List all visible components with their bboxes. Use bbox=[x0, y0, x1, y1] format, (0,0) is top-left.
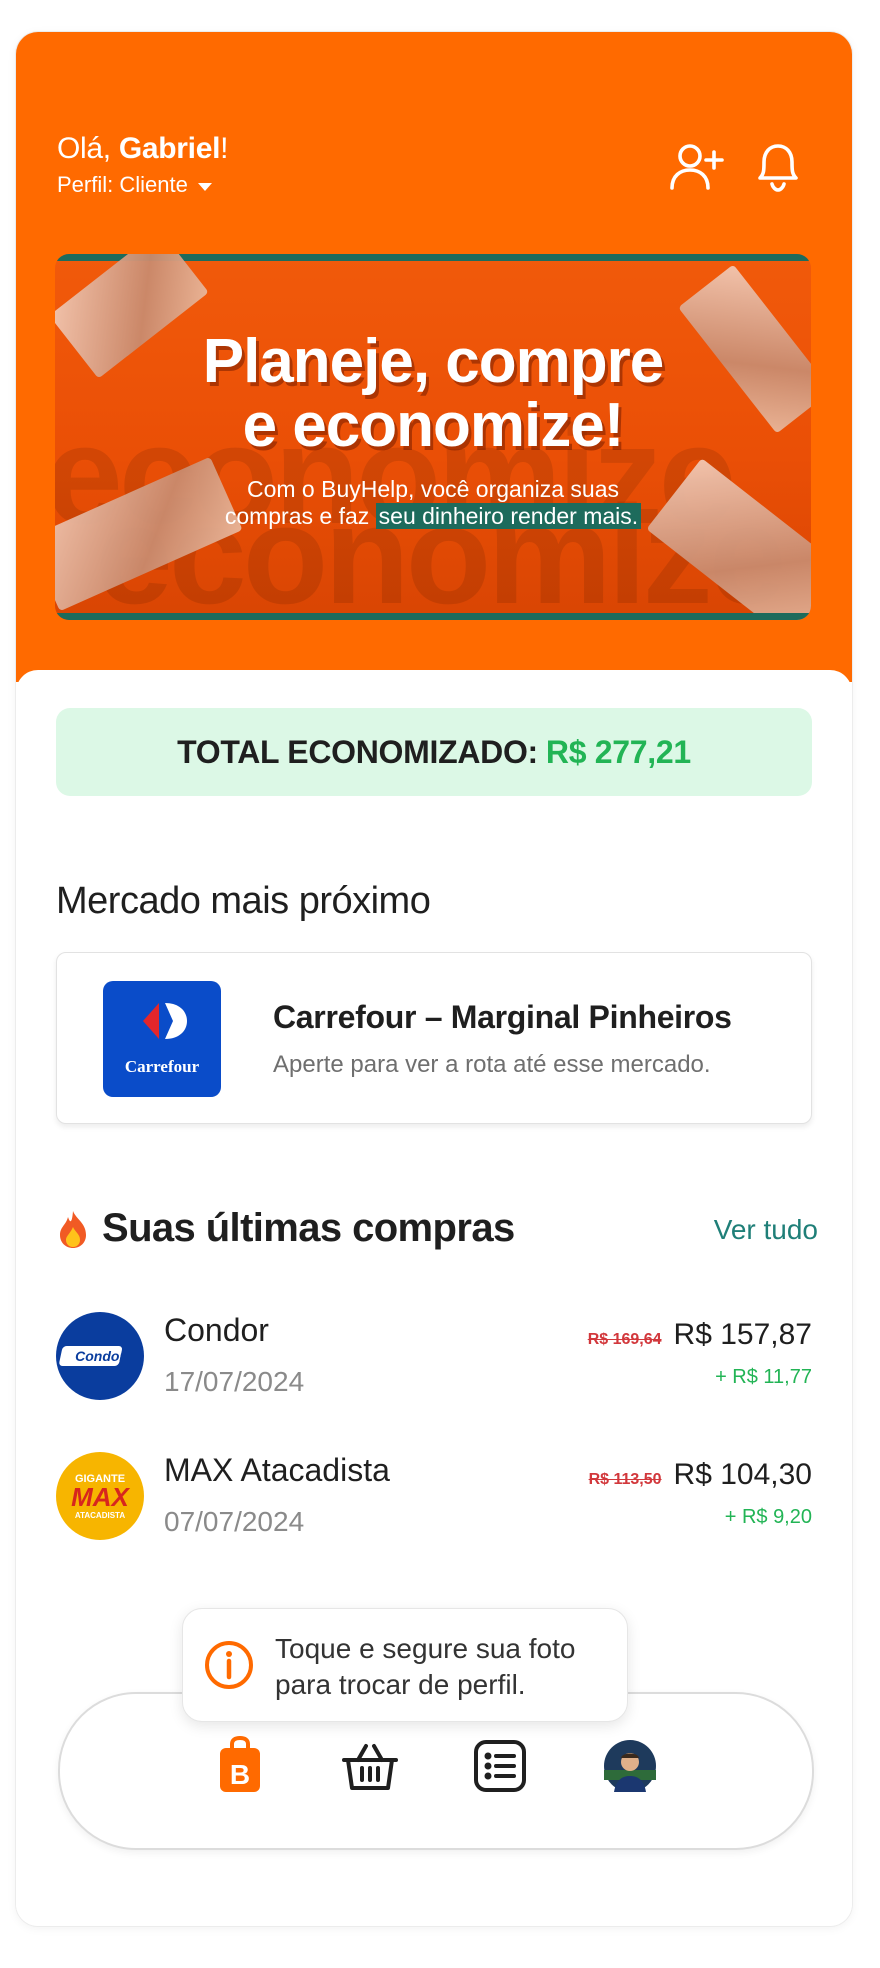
condor-logo: Condor bbox=[56, 1312, 144, 1400]
original-price: R$ 169,64 bbox=[587, 1331, 662, 1348]
basket-icon bbox=[342, 1744, 398, 1790]
saving-amount: + R$ 9,20 bbox=[724, 1506, 812, 1528]
promo-banner[interactable]: economize economize Planeje, compre e ec… bbox=[55, 254, 811, 620]
total-savings-badge: TOTAL ECONOMIZADO: R$ 277,21 bbox=[56, 708, 812, 796]
tooltip-text: Toque e segure sua foto para trocar de p… bbox=[275, 1631, 575, 1703]
price-group: R$ 169,64 R$ 157,87 bbox=[588, 1318, 812, 1352]
store-name: Condor bbox=[164, 1312, 269, 1348]
banner-highlight: seu dinheiro render mais. bbox=[375, 503, 642, 529]
purchase-date: 07/07/2024 bbox=[164, 1506, 305, 1537]
tooltip-line-2: para trocar de perfil. bbox=[275, 1669, 526, 1700]
nearest-market-card[interactable]: Carrefour Carrefour – Marginal Pinheiros… bbox=[56, 952, 812, 1124]
market-name: Carrefour – Marginal Pinheiros bbox=[273, 999, 732, 1035]
carrefour-logo: Carrefour bbox=[103, 981, 221, 1097]
recent-purchases-title: Suas últimas compras bbox=[56, 1206, 515, 1251]
store-name: MAX Atacadista bbox=[164, 1452, 390, 1488]
add-user-icon bbox=[670, 144, 724, 190]
purchase-row[interactable]: Condor Condor 17/07/2024 R$ 169,64 R$ 15… bbox=[56, 1312, 812, 1408]
profile-label: Perfil: Cliente bbox=[57, 172, 188, 197]
price-group: R$ 113,50 R$ 104,30 bbox=[589, 1458, 812, 1492]
recent-purchases-label: Suas últimas compras bbox=[102, 1206, 515, 1250]
purchase-row[interactable]: GIGANTE MAX ATACADISTA MAX Atacadista 07… bbox=[56, 1452, 812, 1548]
paid-price: R$ 104,30 bbox=[673, 1458, 812, 1491]
nav-basket-button[interactable] bbox=[338, 1734, 402, 1798]
max-logo-mark: GIGANTE MAX ATACADISTA bbox=[71, 1473, 130, 1520]
info-icon bbox=[205, 1641, 253, 1689]
carrefour-logo-text: Carrefour bbox=[124, 1057, 200, 1076]
profile-selector[interactable]: Perfil: Cliente bbox=[57, 172, 212, 198]
greeting-suffix: ! bbox=[220, 132, 229, 165]
greeting: Olá, Gabriel! bbox=[57, 132, 228, 166]
banner-bottom-line bbox=[55, 613, 811, 620]
banner-subtitle-1: Com o BuyHelp, você organiza suas bbox=[246, 476, 620, 502]
nav-list-button[interactable] bbox=[468, 1734, 532, 1798]
condor-logo-text: Condor bbox=[75, 1348, 126, 1364]
header: Olá, Gabriel! Perfil: Cliente economize … bbox=[16, 32, 852, 682]
saving-amount: + R$ 11,77 bbox=[715, 1366, 812, 1388]
purchase-date: 17/07/2024 bbox=[164, 1366, 305, 1397]
bell-icon bbox=[758, 144, 798, 192]
app-screen: Olá, Gabriel! Perfil: Cliente economize … bbox=[16, 32, 852, 1926]
total-savings-label: TOTAL ECONOMIZADO: bbox=[177, 733, 538, 770]
total-savings-value: R$ 277,21 bbox=[545, 733, 691, 770]
max-logo-mid: MAX bbox=[71, 1482, 130, 1512]
svg-text:B: B bbox=[230, 1759, 250, 1790]
user-name: Gabriel bbox=[118, 132, 221, 165]
max-atacadista-logo: GIGANTE MAX ATACADISTA bbox=[56, 1452, 144, 1540]
home-bag-icon: B bbox=[220, 1735, 260, 1792]
banner-headline-1: Planeje, compre bbox=[202, 327, 665, 396]
paid-price: R$ 157,87 bbox=[673, 1318, 812, 1351]
original-price: R$ 113,50 bbox=[588, 1471, 662, 1488]
notifications-button[interactable] bbox=[750, 138, 806, 194]
banner-headline-2: e economize! bbox=[242, 391, 625, 460]
nav-home-button[interactable]: B bbox=[208, 1734, 272, 1798]
condor-logo-mark: Condor bbox=[59, 1346, 126, 1366]
banner-subtitle-prefix: compras e faz bbox=[224, 503, 376, 529]
greeting-prefix: Olá, bbox=[57, 132, 119, 165]
add-user-button[interactable] bbox=[668, 138, 724, 194]
fire-icon bbox=[60, 1210, 86, 1248]
list-icon bbox=[474, 1740, 526, 1792]
tooltip-line-1: Toque e segure sua foto bbox=[275, 1633, 576, 1664]
chevron-down-icon bbox=[197, 182, 212, 191]
see-all-link[interactable]: Ver tudo bbox=[714, 1214, 818, 1246]
max-logo-bottom: ATACADISTA bbox=[75, 1511, 125, 1520]
profile-tip-tooltip: Toque e segure sua foto para trocar de p… bbox=[182, 1608, 628, 1722]
market-description: Aperte para ver a rota até esse mercado. bbox=[273, 1051, 711, 1078]
carrefour-logo-mark bbox=[143, 1003, 187, 1039]
profile-avatar bbox=[604, 1740, 656, 1792]
nav-profile-button[interactable] bbox=[598, 1734, 662, 1798]
nearest-market-title: Mercado mais próximo bbox=[56, 880, 431, 922]
banner-subtitle-2: compras e faz seu dinheiro render mais. bbox=[55, 503, 811, 530]
